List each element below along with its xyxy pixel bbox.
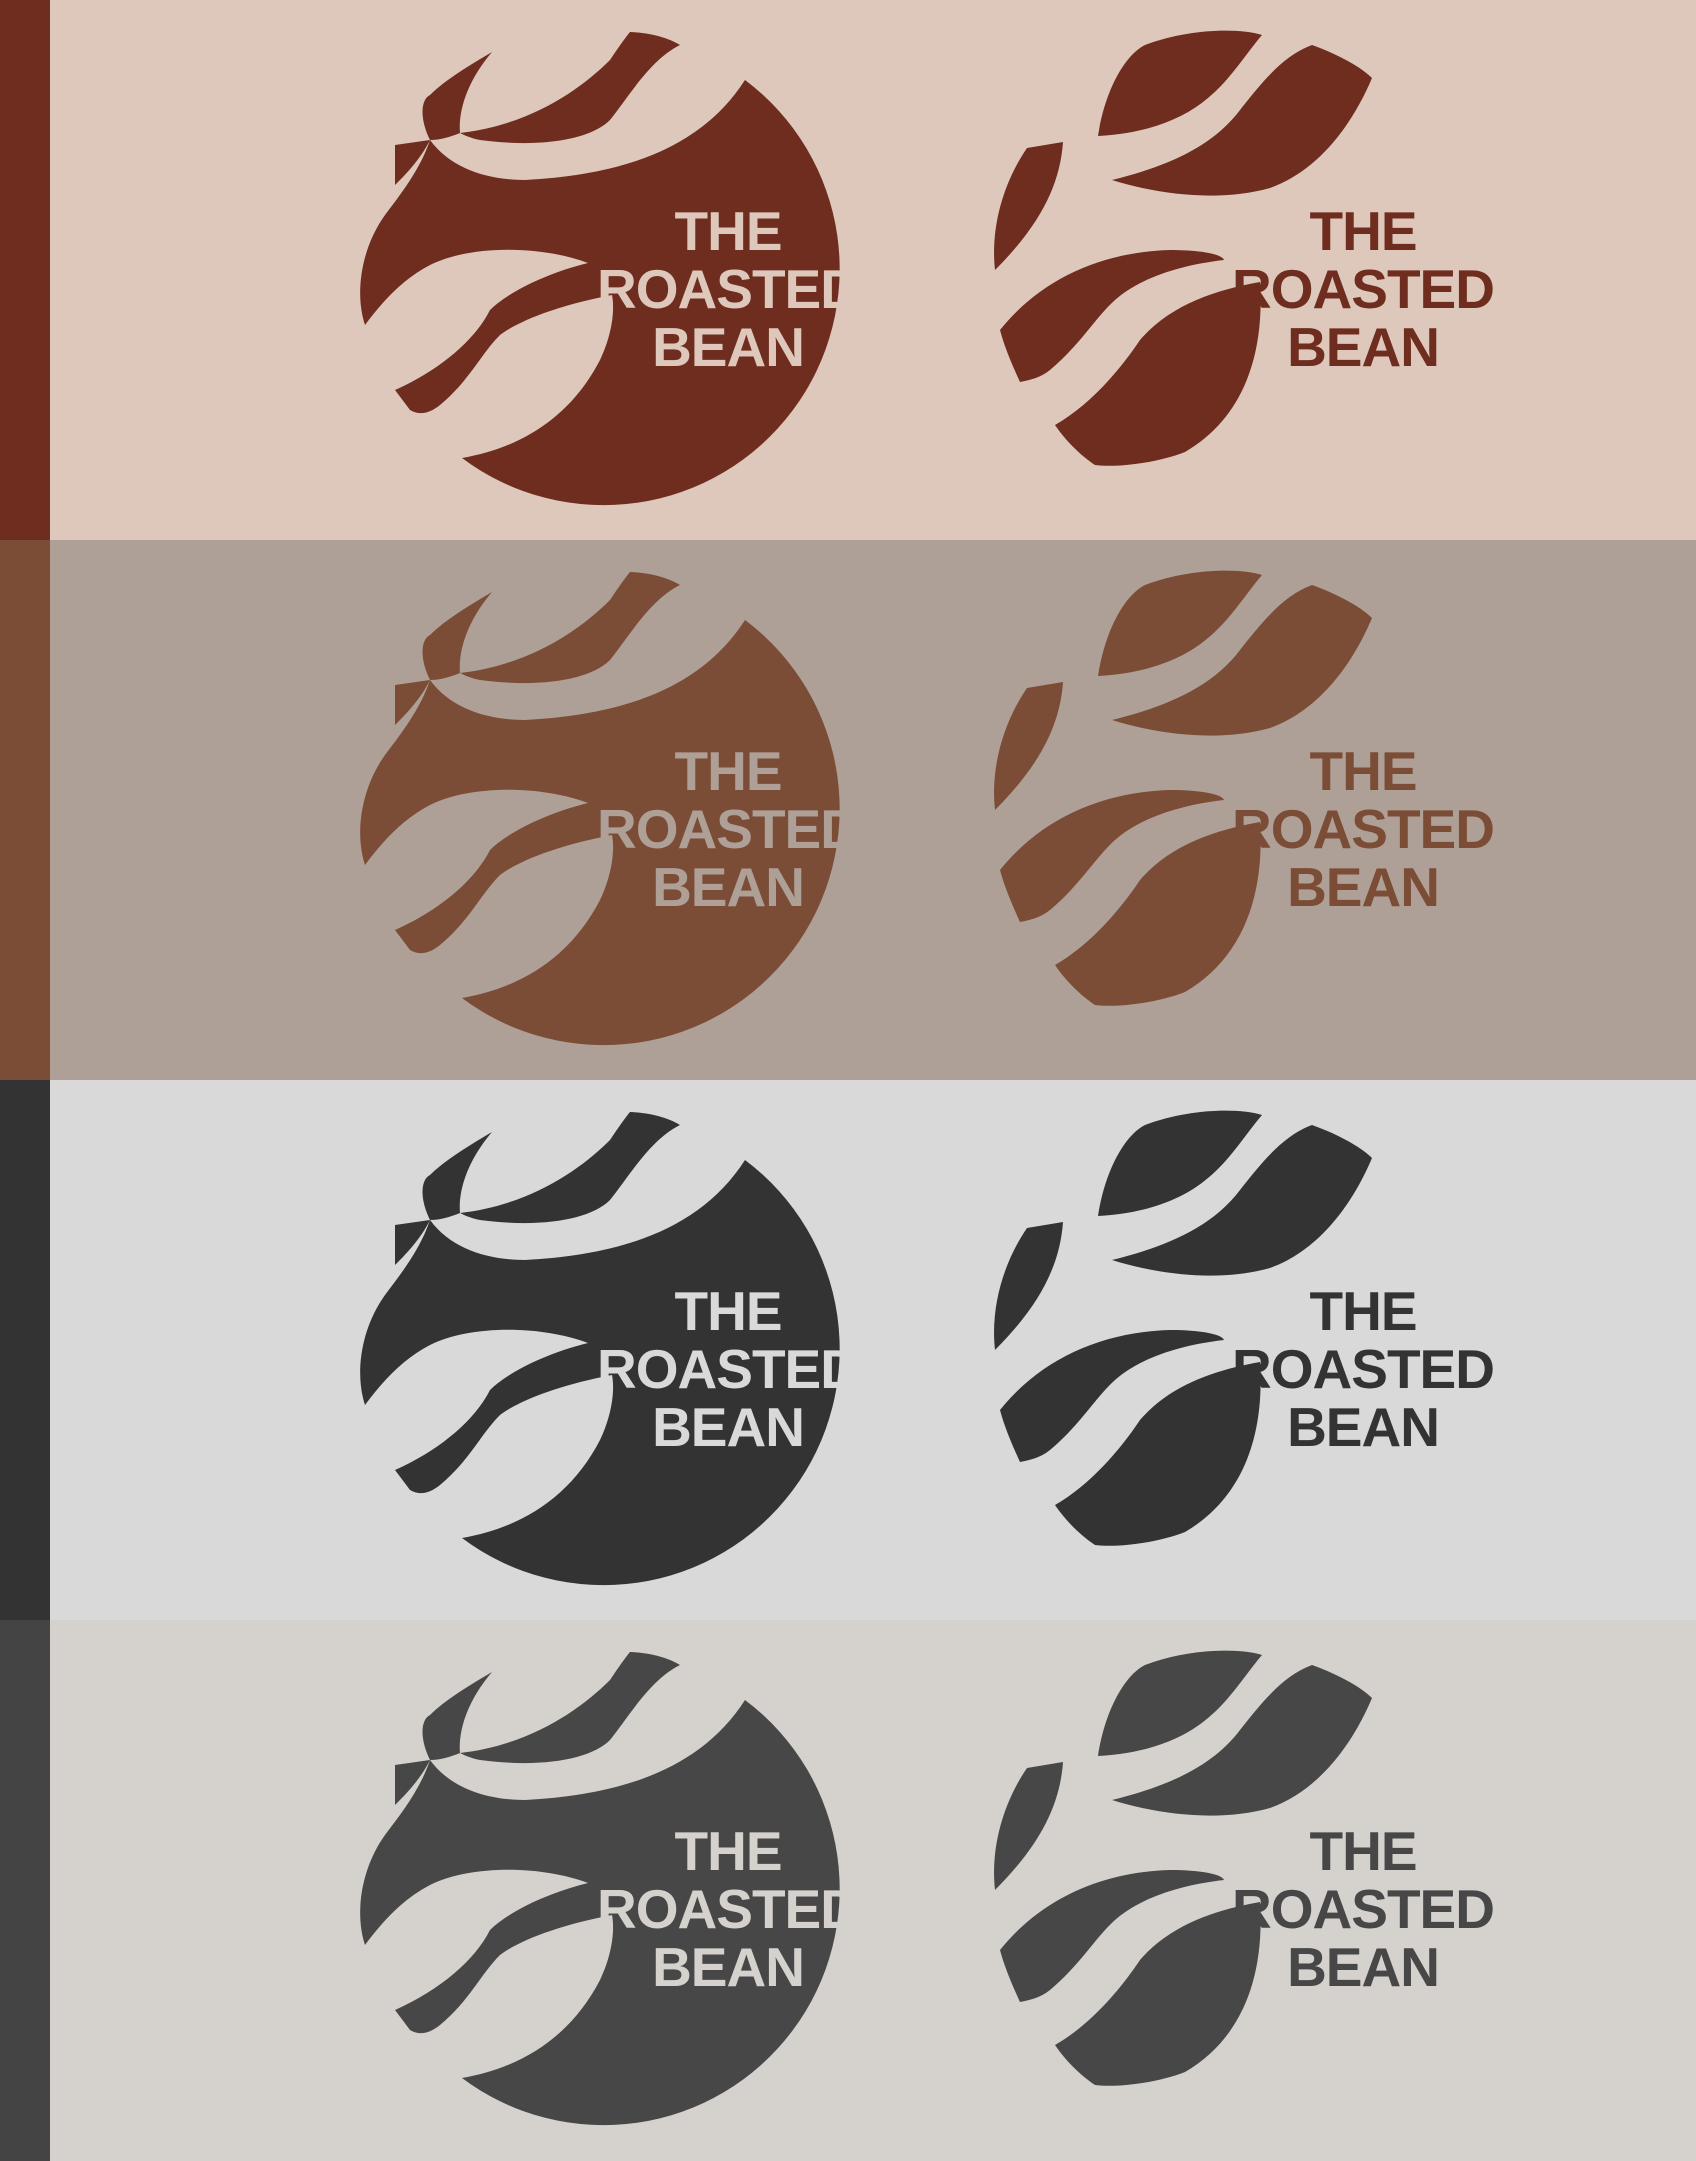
emblem-shape-2 (994, 1222, 1063, 1350)
badge-shape-2 (422, 592, 492, 680)
badge-brand-line2: ROASTED (597, 258, 859, 320)
variant-band-dark-roast: THEROASTEDBEANTHEROASTEDBEANrobincernin.… (0, 0, 1696, 540)
badge-shape-2 (422, 1672, 492, 1760)
badge-brand-line3: BEAN (652, 316, 804, 378)
emblem-brand-line3: BEAN (1287, 1936, 1439, 1998)
emblem-brand-line2: ROASTED (1232, 1878, 1494, 1940)
emblem-brand-line2: ROASTED (1232, 798, 1494, 860)
emblem-brand-line1: THE (1310, 200, 1417, 262)
emblem-brand-line1: THE (1310, 1280, 1417, 1342)
badge-shape-2 (422, 1132, 492, 1220)
logo-artwork: THEROASTEDBEANTHEROASTEDBEAN (360, 570, 1495, 1046)
badge-brand-line2: ROASTED (597, 798, 859, 860)
badge-brand-line1: THE (675, 740, 782, 802)
emblem-brand-line1: THE (1310, 740, 1417, 802)
badge-brand-line1: THE (675, 1820, 782, 1882)
badge-shape-2 (422, 52, 492, 140)
emblem-shape-2 (994, 682, 1063, 810)
variant-band-graphite: THEROASTEDBEANTHEROASTEDBEANrobincernin.… (0, 1620, 1696, 2161)
emblem-brand-line2: ROASTED (1232, 258, 1494, 320)
emblem-brand-line3: BEAN (1287, 856, 1439, 918)
logo-artwork: THEROASTEDBEANTHEROASTEDBEAN (360, 1650, 1495, 2126)
emblem-shape-2 (994, 1762, 1063, 1890)
badge-shape-1 (460, 32, 680, 144)
badge-shape-1 (460, 1652, 680, 1764)
emblem-brand-line3: BEAN (1287, 316, 1439, 378)
logo-artwork: THEROASTEDBEANTHEROASTEDBEAN (360, 30, 1495, 506)
variant-band-charcoal: THEROASTEDBEANTHEROASTEDBEANrobincernin.… (0, 1080, 1696, 1620)
badge-brand-line3: BEAN (652, 856, 804, 918)
variant-band-medium-roast: THEROASTEDBEANTHEROASTEDBEANrobincernin.… (0, 540, 1696, 1080)
badge-brand-line2: ROASTED (597, 1878, 859, 1940)
emblem-brand-line3: BEAN (1287, 1396, 1439, 1458)
badge-brand-line1: THE (675, 200, 782, 262)
badge-brand-line2: ROASTED (597, 1338, 859, 1400)
badge-shape-1 (460, 1112, 680, 1224)
emblem-shape-2 (994, 142, 1063, 270)
emblem-brand-line2: ROASTED (1232, 1338, 1494, 1400)
emblem-brand-line1: THE (1310, 1820, 1417, 1882)
badge-brand-line3: BEAN (652, 1396, 804, 1458)
badge-shape-1 (460, 572, 680, 684)
logo-artwork: THEROASTEDBEANTHEROASTEDBEAN (360, 1110, 1495, 1586)
badge-brand-line1: THE (675, 1280, 782, 1342)
badge-brand-line3: BEAN (652, 1936, 804, 1998)
